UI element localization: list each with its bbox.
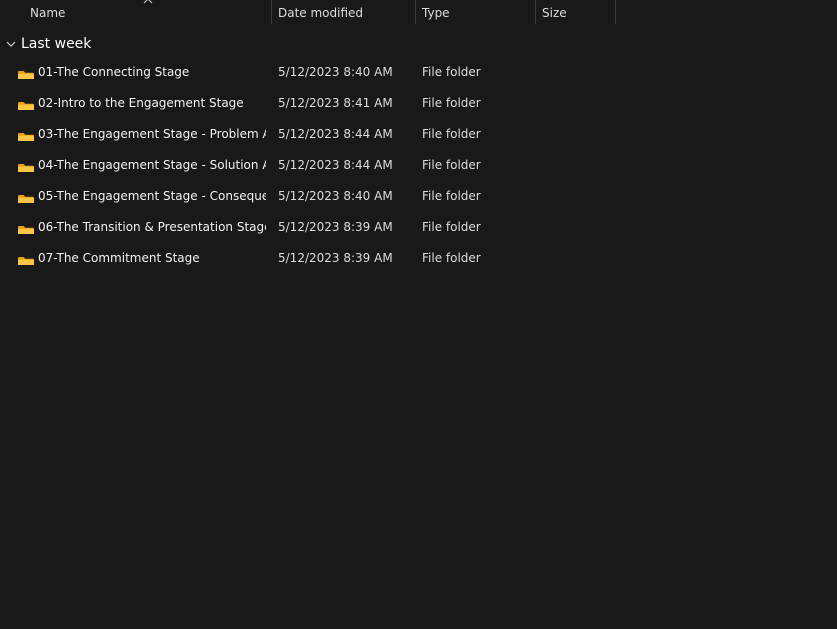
group-label: Last week xyxy=(21,36,92,52)
folder-icon xyxy=(17,189,35,203)
file-row[interactable]: 06-The Transition & Presentation Stages 5… xyxy=(0,212,837,243)
file-list: 01-The Connecting Stage 5/12/2023 8:40 AM… xyxy=(0,57,837,274)
file-row[interactable]: 05-The Engagement Stage - Consequenc... 5… xyxy=(0,181,837,212)
file-row[interactable]: 07-The Commitment Stage 5/12/2023 8:39 AM… xyxy=(0,243,837,274)
folder-icon xyxy=(17,251,35,265)
column-header-bar: Name Date modified Type Size xyxy=(0,0,837,26)
file-date-modified: 5/12/2023 8:41 AM xyxy=(278,96,393,110)
file-row[interactable]: 02-Intro to the Engagement Stage 5/12/202… xyxy=(0,88,837,119)
column-header-type[interactable]: Type xyxy=(415,0,535,24)
file-date-modified: 5/12/2023 8:39 AM xyxy=(278,251,393,265)
file-name: 07-The Commitment Stage xyxy=(38,251,200,265)
file-name: 06-The Transition & Presentation Stages xyxy=(38,220,266,234)
folder-icon xyxy=(17,127,35,141)
file-size xyxy=(541,119,611,150)
folder-icon xyxy=(17,158,35,172)
file-type: File folder xyxy=(422,127,481,141)
file-type: File folder xyxy=(422,189,481,203)
file-type: File folder xyxy=(422,220,481,234)
file-type: File folder xyxy=(422,96,481,110)
column-header-size[interactable]: Size xyxy=(535,0,616,24)
file-row[interactable]: 01-The Connecting Stage 5/12/2023 8:40 AM… xyxy=(0,57,837,88)
file-row[interactable]: 03-The Engagement Stage - Problem Aw... 5… xyxy=(0,119,837,150)
file-name: 04-The Engagement Stage - Solution Aw... xyxy=(38,158,266,172)
file-size xyxy=(541,88,611,119)
file-name: 02-Intro to the Engagement Stage xyxy=(38,96,244,110)
folder-icon xyxy=(17,65,35,79)
file-size xyxy=(541,243,611,274)
column-header-date-modified[interactable]: Date modified xyxy=(271,0,415,24)
file-date-modified: 5/12/2023 8:40 AM xyxy=(278,189,393,203)
file-date-modified: 5/12/2023 8:40 AM xyxy=(278,65,393,79)
folder-icon xyxy=(17,96,35,110)
file-type: File folder xyxy=(422,251,481,265)
file-date-modified: 5/12/2023 8:39 AM xyxy=(278,220,393,234)
group-header-last-week[interactable]: Last week xyxy=(4,32,91,56)
file-size xyxy=(541,150,611,181)
file-date-modified: 5/12/2023 8:44 AM xyxy=(278,127,393,141)
file-explorer-view: Name Date modified Type Size Last week 0… xyxy=(0,0,837,629)
file-date-modified: 5/12/2023 8:44 AM xyxy=(278,158,393,172)
file-size xyxy=(541,57,611,88)
file-row[interactable]: 04-The Engagement Stage - Solution Aw...… xyxy=(0,150,837,181)
file-size xyxy=(541,181,611,212)
folder-icon xyxy=(17,220,35,234)
file-name: 01-The Connecting Stage xyxy=(38,65,190,79)
file-name: 05-The Engagement Stage - Consequenc... xyxy=(38,189,266,203)
chevron-down-icon[interactable] xyxy=(4,37,18,51)
file-name: 03-The Engagement Stage - Problem Aw... xyxy=(38,127,266,141)
file-size xyxy=(541,212,611,243)
column-header-name[interactable]: Name xyxy=(24,0,271,24)
file-type: File folder xyxy=(422,65,481,79)
file-type: File folder xyxy=(422,158,481,172)
